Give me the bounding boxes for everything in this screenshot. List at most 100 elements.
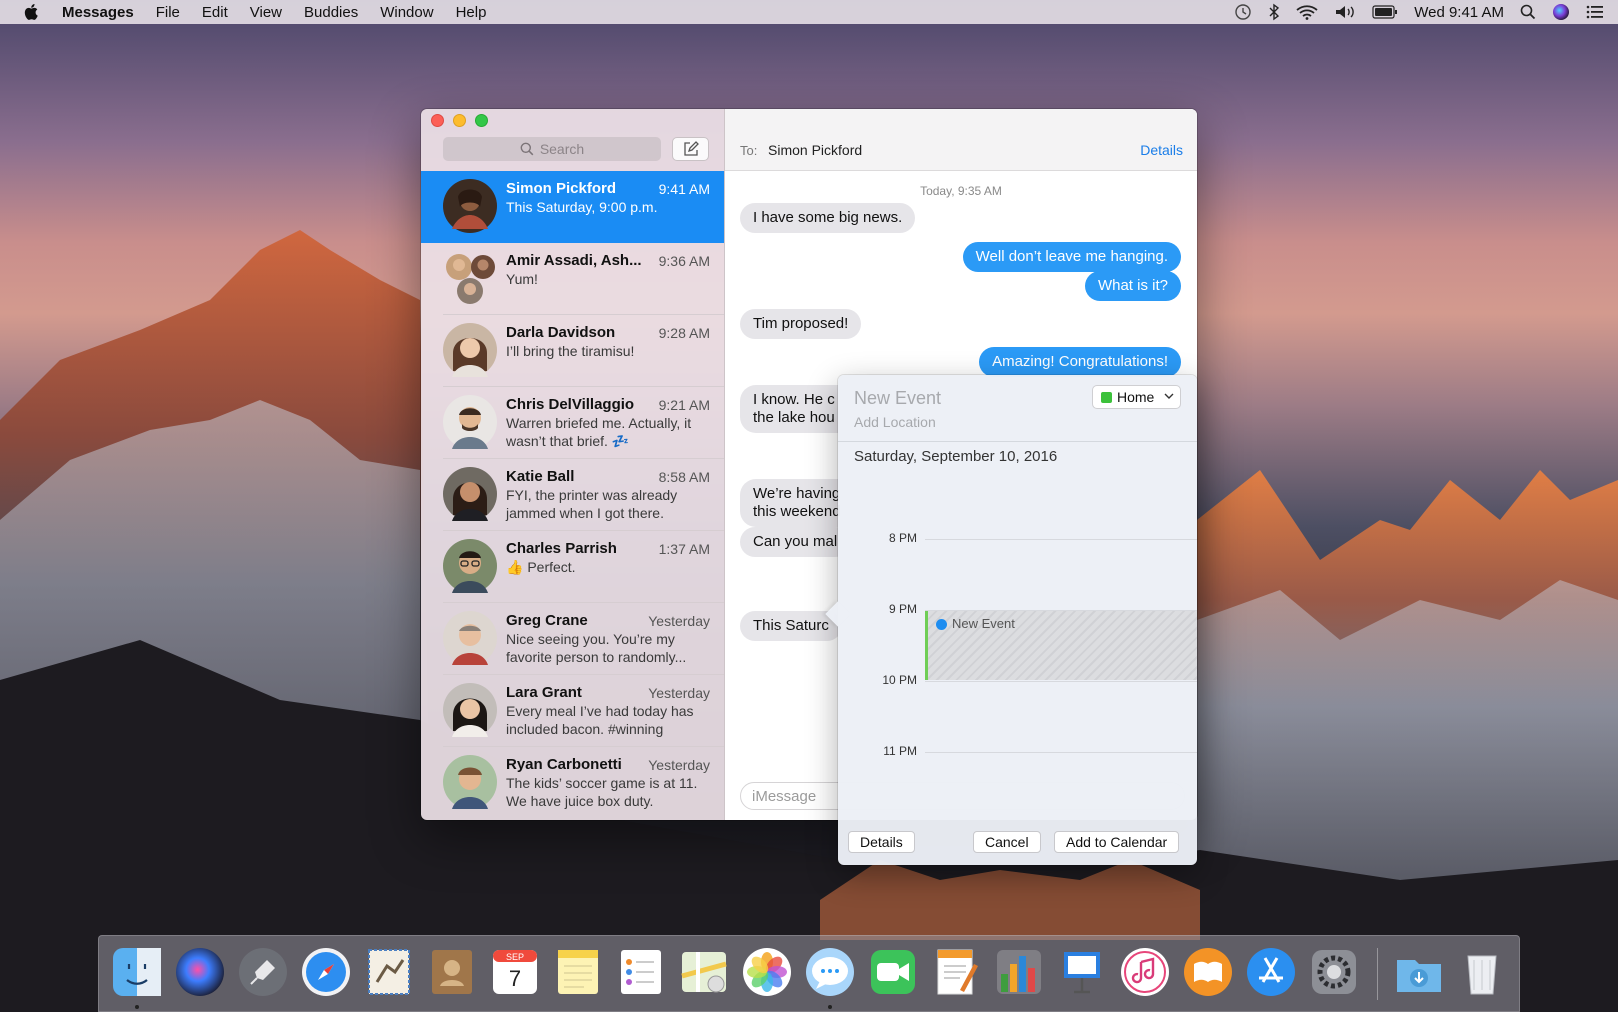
siri-icon[interactable]	[174, 946, 226, 998]
conversation-item[interactable]: Chris DelVillaggio 9:21 AM Warren briefe…	[421, 387, 724, 459]
search-field[interactable]: Search	[443, 137, 661, 161]
event-details-button[interactable]: Details	[848, 831, 915, 853]
conversation-time: 9:28 AM	[658, 325, 710, 341]
conversation-item[interactable]: Ryan Carbonetti Yesterday The kids’ socc…	[421, 747, 724, 819]
menu-file[interactable]: File	[156, 4, 180, 21]
itunes-icon[interactable]	[1119, 946, 1171, 998]
dock-separator	[1377, 948, 1378, 1000]
add-to-calendar-button[interactable]: Add to Calendar	[1054, 831, 1180, 853]
downloads-folder-icon[interactable]	[1393, 946, 1445, 998]
launchpad-icon[interactable]	[237, 946, 289, 998]
menu-app-name[interactable]: Messages	[62, 4, 134, 21]
maps-icon[interactable]	[678, 946, 730, 998]
bluetooth-icon[interactable]	[1268, 3, 1280, 21]
hour-row: 10 PM	[838, 673, 1197, 687]
chat-header: To: Simon Pickford Details	[725, 109, 1197, 171]
ibooks-icon[interactable]	[1182, 946, 1234, 998]
search-placeholder: Search	[539, 141, 585, 157]
compose-icon	[683, 141, 699, 156]
calendar-select[interactable]: Home	[1092, 385, 1181, 409]
avatar	[443, 323, 497, 377]
close-button[interactable]	[431, 114, 444, 127]
facetime-icon[interactable]	[867, 946, 919, 998]
trash-icon[interactable]	[1456, 946, 1508, 998]
running-indicator	[828, 1005, 832, 1009]
conversation-item[interactable]: Katie Ball 8:58 AM FYI, the printer was …	[421, 459, 724, 531]
message-preview: Every meal I’ve had today has included b…	[506, 703, 694, 737]
event-location-field[interactable]: Add Location	[854, 414, 936, 430]
apple-logo-icon[interactable]	[22, 2, 42, 22]
menu-edit[interactable]: Edit	[202, 4, 228, 21]
photos-icon[interactable]	[741, 946, 793, 998]
system-preferences-icon[interactable]	[1308, 946, 1360, 998]
notes-icon[interactable]	[552, 946, 604, 998]
menu-help[interactable]: Help	[456, 4, 487, 21]
wifi-icon[interactable]	[1296, 4, 1318, 20]
message-bubble-outgoing[interactable]: What is it?	[1084, 271, 1181, 301]
app-store-icon[interactable]	[1245, 946, 1297, 998]
menu-buddies[interactable]: Buddies	[304, 4, 358, 21]
reminders-icon[interactable]	[615, 946, 667, 998]
contact-name: Chris DelVillaggio	[506, 396, 635, 413]
menu-clock[interactable]: Wed 9:41 AM	[1414, 4, 1504, 21]
message-bubble-outgoing[interactable]: Well don’t leave me hanging.	[962, 242, 1181, 272]
event-date: Saturday, September 10, 2016	[854, 448, 1058, 465]
notification-center-icon[interactable]	[1586, 4, 1604, 20]
menu-view[interactable]: View	[250, 4, 282, 21]
menu-window[interactable]: Window	[380, 4, 433, 21]
event-title-field[interactable]: New Event	[854, 388, 941, 409]
message-preview: The kids’ soccer game is at 11. We have …	[506, 775, 698, 809]
avatar	[443, 611, 497, 665]
group-avatar	[446, 254, 495, 304]
numbers-icon[interactable]	[993, 946, 1045, 998]
safari-icon[interactable]	[300, 946, 352, 998]
dock: SEP 7	[98, 935, 1520, 1012]
keynote-icon[interactable]	[1056, 946, 1108, 998]
contacts-icon[interactable]	[426, 946, 478, 998]
contact-name: Amir Assadi, Ash...	[506, 252, 642, 269]
messages-icon[interactable]	[804, 946, 856, 998]
minimize-button[interactable]	[453, 114, 466, 127]
calendar-day-label: 7	[509, 966, 521, 991]
finder-icon[interactable]	[111, 946, 163, 998]
volume-icon[interactable]	[1334, 4, 1356, 20]
calendar-month-label: SEP	[506, 952, 524, 962]
time-machine-icon[interactable]	[1234, 3, 1252, 21]
mail-icon[interactable]	[363, 946, 415, 998]
calendar-icon[interactable]: SEP 7	[489, 946, 541, 998]
compose-button[interactable]	[672, 137, 709, 161]
siri-icon[interactable]	[1552, 3, 1570, 21]
calendar-color-swatch	[1101, 391, 1112, 403]
event-block[interactable]: New Event	[925, 611, 1197, 680]
contact-name: Katie Ball	[506, 468, 575, 485]
pages-icon[interactable]	[930, 946, 982, 998]
message-bubble-incoming[interactable]: Can you mal	[740, 527, 851, 557]
recipient-field[interactable]: Simon Pickford	[768, 142, 862, 158]
conversation-time: Yesterday	[648, 757, 710, 773]
avatar	[443, 179, 497, 233]
zoom-button[interactable]	[475, 114, 488, 127]
avatar	[443, 683, 497, 737]
spotlight-icon[interactable]	[1520, 4, 1536, 20]
menu-bar: Messages File Edit View Buddies Window H…	[0, 0, 1618, 24]
message-bubble-incoming[interactable]: I have some big news.	[740, 203, 916, 233]
avatar	[443, 539, 497, 593]
event-block-title: New Event	[952, 616, 1015, 631]
contact-name: Ryan Carbonetti	[506, 756, 622, 773]
conversation-item[interactable]: Simon Pickford 9:41 AM This Saturday, 9:…	[421, 171, 724, 243]
conversation-item[interactable]: Amir Assadi, Ash... 9:36 AM Yum!	[421, 243, 724, 315]
cancel-button[interactable]: Cancel	[973, 831, 1041, 853]
avatar	[443, 395, 497, 449]
conversation-item[interactable]: Charles Parrish 1:37 AM 👍 Perfect.	[421, 531, 724, 603]
details-button[interactable]: Details	[1140, 142, 1183, 158]
conversation-item[interactable]: Lara Grant Yesterday Every meal I’ve had…	[421, 675, 724, 747]
message-preview: FYI, the printer was already jammed when…	[506, 487, 678, 521]
message-preview: Nice seeing you. You’re my favorite pers…	[506, 631, 687, 665]
conversation-time: Yesterday	[648, 685, 710, 701]
hour-line	[925, 752, 1197, 753]
conversation-item[interactable]: Darla Davidson 9:28 AM I’ll bring the ti…	[421, 315, 724, 387]
conversation-item[interactable]: Greg Crane Yesterday Nice seeing you. Yo…	[421, 603, 724, 675]
message-bubble-outgoing[interactable]: Amazing! Congratulations!	[979, 347, 1181, 377]
battery-icon[interactable]	[1372, 5, 1398, 19]
message-bubble-incoming[interactable]: Tim proposed!	[740, 309, 862, 339]
